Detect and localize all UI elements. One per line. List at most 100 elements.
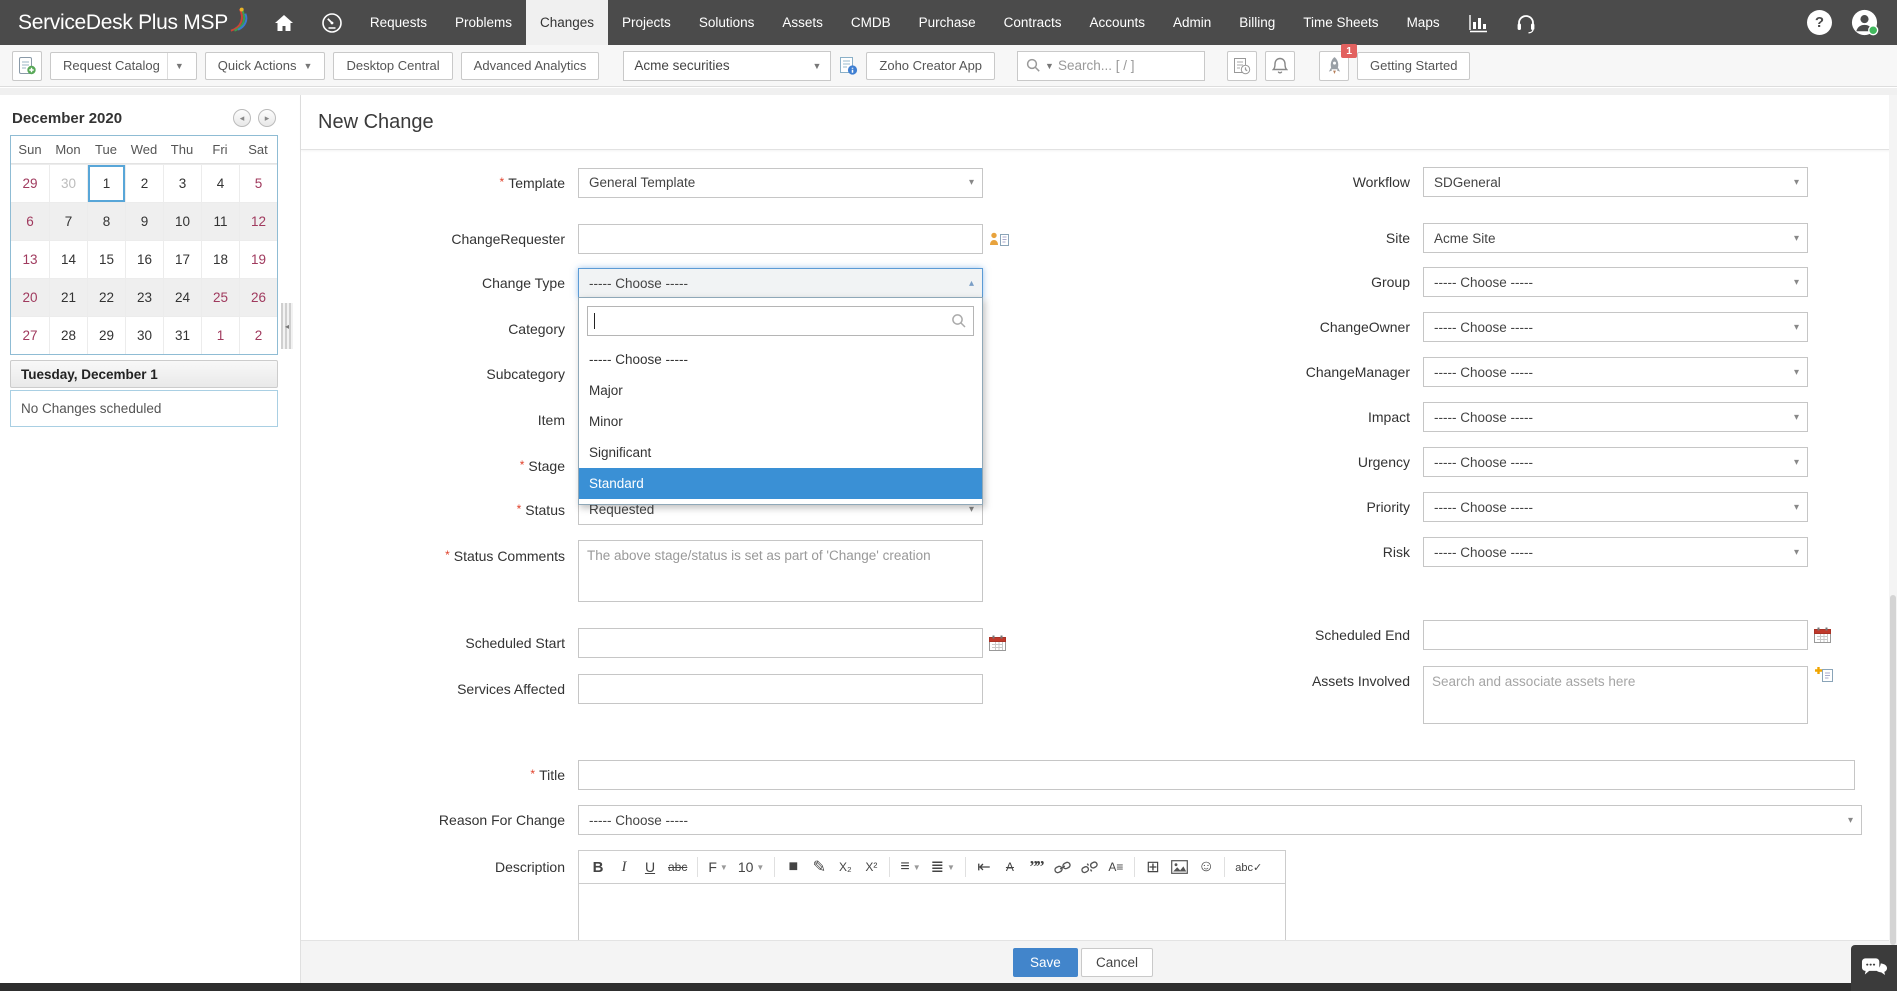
text-color-icon[interactable]: ■	[782, 854, 804, 880]
calendar-day[interactable]: 1	[201, 316, 239, 354]
changeowner-select[interactable]: ----- Choose -----▾	[1423, 312, 1808, 342]
calendar-icon[interactable]	[989, 635, 1006, 651]
nav-item-purchase[interactable]: Purchase	[905, 0, 990, 45]
getting-started-button[interactable]: Getting Started	[1357, 52, 1470, 80]
save-button[interactable]: Save	[1013, 948, 1078, 977]
calendar-day[interactable]: 22	[87, 278, 125, 316]
search-input[interactable]	[1058, 58, 1176, 73]
history-log-icon-button[interactable]	[1227, 51, 1257, 81]
link-icon[interactable]	[1051, 854, 1074, 880]
calendar-day[interactable]: 31	[163, 316, 201, 354]
user-avatar[interactable]	[1850, 8, 1879, 37]
nav-item-maps[interactable]: Maps	[1393, 0, 1454, 45]
services-affected-input[interactable]	[578, 674, 983, 704]
blockquote-icon[interactable]: ””	[1025, 854, 1047, 880]
impact-select[interactable]: ----- Choose -----▾	[1423, 402, 1808, 432]
calendar-day[interactable]: 1	[87, 164, 125, 202]
calendar-day[interactable]: 12	[239, 202, 277, 240]
calendar-day[interactable]: 20	[11, 278, 49, 316]
clear-format-icon[interactable]: A	[999, 854, 1021, 880]
emoji-icon[interactable]: ☺	[1195, 854, 1217, 880]
request-catalog-button[interactable]: Request Catalog ▼	[50, 52, 197, 80]
calendar-day[interactable]: 9	[125, 202, 163, 240]
calendar-day[interactable]: 30	[125, 316, 163, 354]
calendar-day[interactable]: 21	[49, 278, 87, 316]
group-select[interactable]: ----- Choose -----▾	[1423, 267, 1808, 297]
calendar-prev-icon[interactable]: ◂	[233, 109, 251, 127]
headset-support-icon[interactable]	[1502, 0, 1550, 45]
nav-item-requests[interactable]: Requests	[356, 0, 441, 45]
spellcheck-icon[interactable]: abc✓	[1232, 854, 1265, 880]
calendar-day[interactable]: 2	[125, 164, 163, 202]
calendar-day[interactable]: 25	[201, 278, 239, 316]
live-chat-icon[interactable]	[1851, 945, 1897, 991]
quick-actions-button[interactable]: Quick Actions ▼	[205, 52, 326, 80]
subscript-icon[interactable]: X₂	[834, 854, 856, 880]
dropdown-option-significant[interactable]: Significant	[579, 437, 982, 468]
nav-item-changes[interactable]: Changes	[526, 0, 608, 45]
requester-picker-icon[interactable]	[989, 231, 1010, 248]
font-size-icon[interactable]: 10▼	[735, 854, 768, 880]
dropdown-option-choose[interactable]: ----- Choose -----	[579, 344, 982, 375]
font-family-icon[interactable]: F▼	[705, 854, 730, 880]
scrollbar-thumb[interactable]	[1890, 595, 1896, 945]
dropdown-option-minor[interactable]: Minor	[579, 406, 982, 437]
calendar-day[interactable]: 13	[11, 240, 49, 278]
notifications-bell-icon-button[interactable]	[1265, 51, 1295, 81]
nav-item-assets[interactable]: Assets	[768, 0, 837, 45]
zoho-creator-app-button[interactable]: Zoho Creator App	[866, 52, 995, 80]
cancel-button[interactable]: Cancel	[1081, 948, 1153, 977]
line-height-icon[interactable]: A≡	[1105, 854, 1127, 880]
app-logo[interactable]: ServiceDesk Plus MSP	[0, 0, 260, 45]
change-type-select[interactable]: ----- Choose -----▴	[578, 268, 983, 298]
whats-new-rocket[interactable]: 1	[1319, 51, 1349, 81]
search-scope-chevron-icon[interactable]: ▼	[1045, 61, 1054, 71]
calendar-day[interactable]: 2	[239, 316, 277, 354]
superscript-icon[interactable]: X²	[860, 854, 882, 880]
changemanager-select[interactable]: ----- Choose -----▾	[1423, 357, 1808, 387]
bold-icon[interactable]: B	[587, 854, 609, 880]
nav-item-admin[interactable]: Admin	[1159, 0, 1225, 45]
calendar-day[interactable]: 24	[163, 278, 201, 316]
calendar-day[interactable]: 10	[163, 202, 201, 240]
calendar-day[interactable]: 8	[87, 202, 125, 240]
calendar-next-icon[interactable]: ▸	[258, 109, 276, 127]
calendar-icon[interactable]	[1814, 627, 1831, 643]
status-comments-textarea[interactable]	[578, 540, 983, 602]
changerequester-input[interactable]	[578, 224, 983, 254]
nav-item-problems[interactable]: Problems	[441, 0, 526, 45]
sidebar-collapse-handle[interactable]: ◂	[281, 303, 293, 349]
nav-item-contracts[interactable]: Contracts	[990, 0, 1076, 45]
calendar-day[interactable]: 18	[201, 240, 239, 278]
risk-select[interactable]: ----- Choose -----▾	[1423, 537, 1808, 567]
nav-item-billing[interactable]: Billing	[1225, 0, 1289, 45]
site-select[interactable]: Acme Site▾	[1423, 223, 1808, 253]
title-input[interactable]	[578, 760, 1855, 790]
dropdown-search-box[interactable]	[587, 306, 974, 336]
unlink-icon[interactable]	[1078, 854, 1101, 880]
align-left-icon[interactable]: ≡▼	[897, 854, 923, 880]
calendar-day[interactable]: 7	[49, 202, 87, 240]
scheduled-start-input[interactable]	[578, 628, 983, 658]
calendar-day[interactable]: 29	[11, 164, 49, 202]
scheduled-end-input[interactable]	[1423, 620, 1808, 650]
nav-item-cmdb[interactable]: CMDB	[837, 0, 905, 45]
strikethrough-icon[interactable]: abc	[665, 854, 690, 880]
workflow-select[interactable]: SDGeneral▾	[1423, 167, 1808, 197]
calendar-day[interactable]: 17	[163, 240, 201, 278]
calendar-day[interactable]: 6	[11, 202, 49, 240]
description-editor[interactable]	[578, 884, 1286, 942]
add-asset-icon[interactable]	[1814, 666, 1835, 683]
search-icon[interactable]	[1026, 58, 1041, 73]
calendar-day[interactable]: 29	[87, 316, 125, 354]
assets-involved-textarea[interactable]	[1423, 666, 1808, 724]
calendar-day[interactable]: 14	[49, 240, 87, 278]
nav-item-projects[interactable]: Projects	[608, 0, 685, 45]
calendar-day[interactable]: 11	[201, 202, 239, 240]
underline-icon[interactable]: U	[639, 854, 661, 880]
account-select[interactable]: Acme securities ▼	[623, 51, 831, 81]
template-select[interactable]: General Template▾	[578, 168, 983, 198]
dashboard-gauge-icon[interactable]	[308, 0, 356, 45]
calendar-day[interactable]: 28	[49, 316, 87, 354]
calendar-day[interactable]: 19	[239, 240, 277, 278]
